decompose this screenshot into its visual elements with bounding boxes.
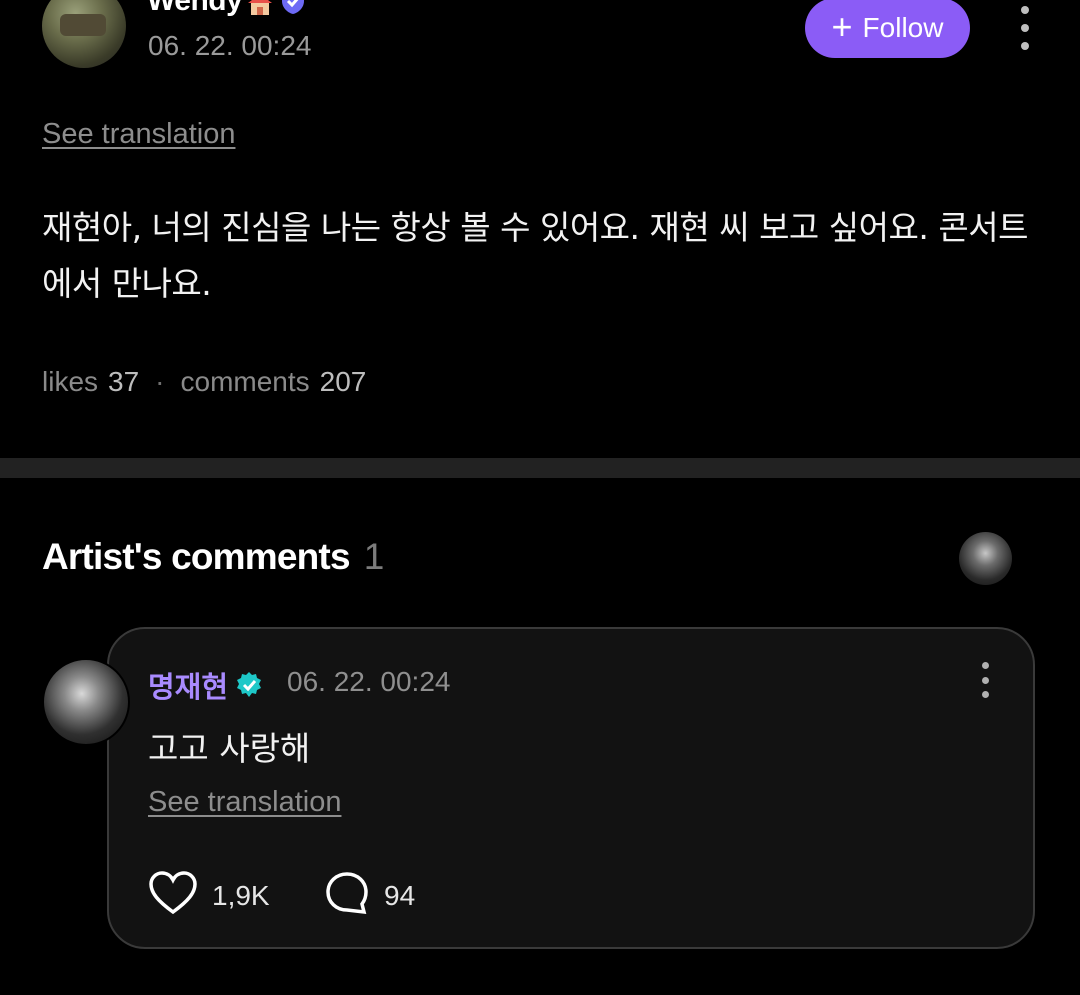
artist-comments-heading: Artist's comments 1 <box>42 536 384 578</box>
comment-bubble-icon <box>324 870 370 921</box>
comment-reply-count: 94 <box>384 879 416 911</box>
heart-icon <box>148 870 198 921</box>
likes-label: likes <box>42 366 99 397</box>
comments-count[interactable]: 207 <box>320 366 367 398</box>
artist-comments-count: 1 <box>363 536 385 577</box>
house-icon <box>246 0 274 15</box>
plus-icon: + <box>831 5 853 47</box>
comment-like-count: 1,9K <box>212 879 270 911</box>
comment-reply-button[interactable]: 94 <box>324 870 415 921</box>
author-name-row[interactable]: Wendy <box>147 0 308 18</box>
comment-see-translation-link[interactable]: See translation <box>148 786 341 819</box>
post-timestamp: 06. 22. 00:24 <box>148 30 312 61</box>
separator-dot: · <box>155 366 165 397</box>
post-body: 재현아, 너의 진심을 나는 항상 볼 수 있어요. 재현 씨 보고 싶어요. … <box>42 208 1028 303</box>
comment-author-avatar[interactable] <box>42 658 130 746</box>
follow-label: Follow <box>862 12 944 43</box>
likes-count: 37 <box>108 366 140 397</box>
artist-comments-title: Artist's comments <box>42 536 351 577</box>
comment-like-button[interactable]: 1,9K <box>148 870 270 921</box>
author-name[interactable]: Wendy <box>147 0 243 18</box>
post-stats: likes 37 · comments 207 <box>42 366 366 398</box>
comments-label[interactable]: comments <box>181 366 310 398</box>
verified-icon <box>234 670 264 700</box>
comment-author-row[interactable]: 명재현 <box>148 664 264 706</box>
author-avatar[interactable] <box>42 0 126 68</box>
comment-author-name[interactable]: 명재현 <box>148 664 228 706</box>
comment-more-icon[interactable] <box>970 662 1000 698</box>
artist-avatar-small[interactable] <box>959 532 1012 585</box>
see-translation-link[interactable]: See translation <box>42 118 235 151</box>
section-divider <box>0 458 1080 478</box>
shield-badge-icon <box>278 0 308 16</box>
comment-timestamp: 06. 22. 00:24 <box>287 666 451 697</box>
follow-button[interactable]: + Follow <box>805 0 970 58</box>
more-vertical-icon[interactable] <box>1010 6 1040 50</box>
comment-text: 고고 사랑해 <box>148 729 311 768</box>
